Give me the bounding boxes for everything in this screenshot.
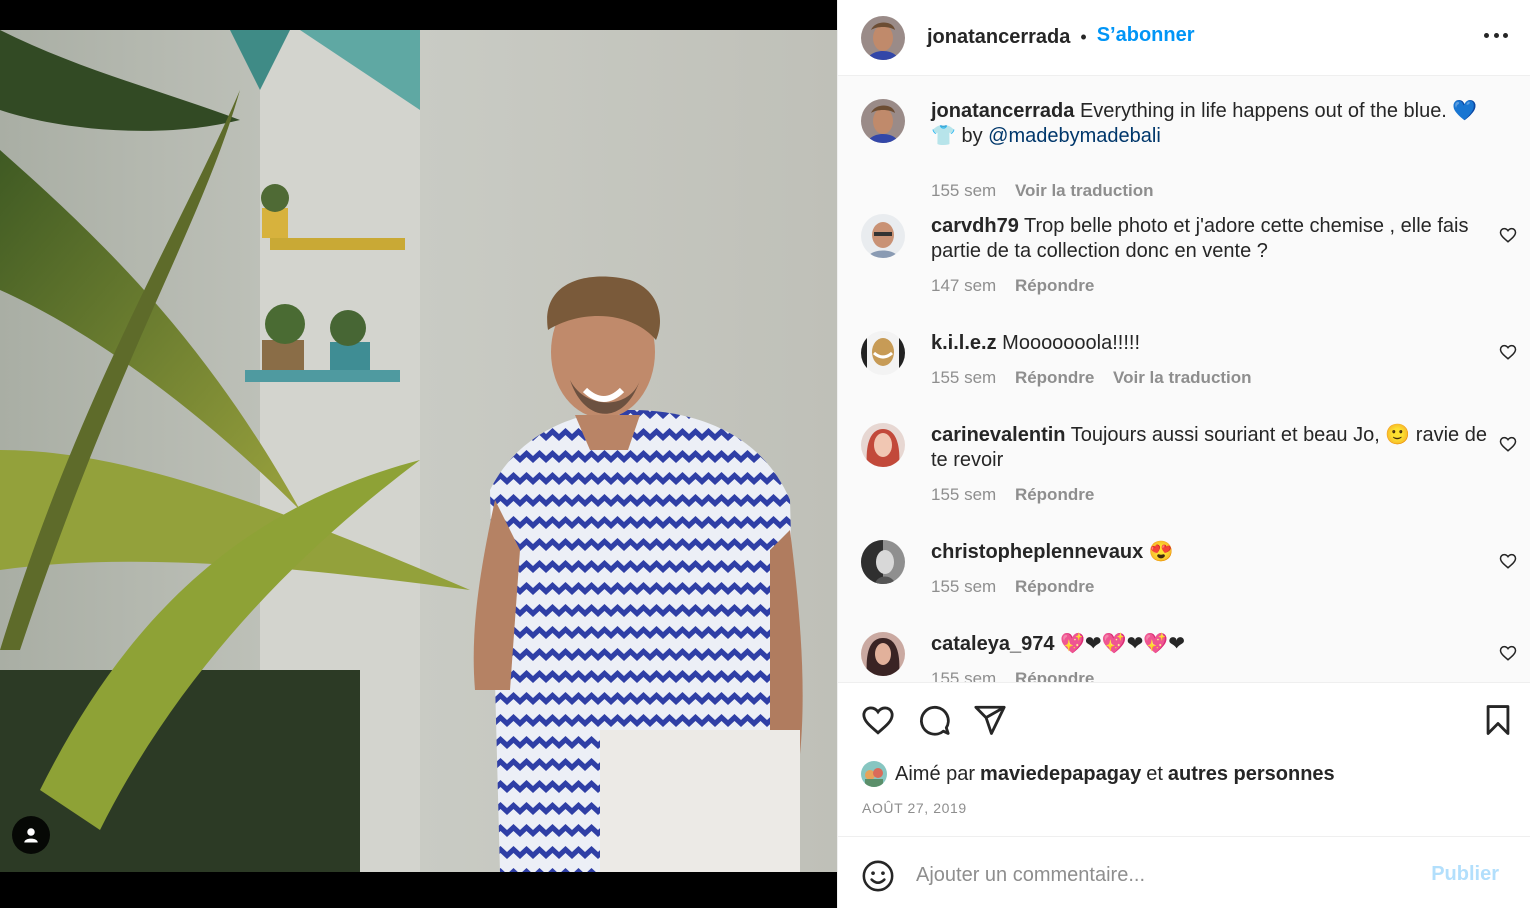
more-options-icon[interactable]	[1481, 22, 1511, 48]
header-separator: •	[1080, 27, 1087, 47]
caption-mention-link[interactable]: @madebymadebali	[988, 125, 1161, 147]
post-photo[interactable]	[0, 30, 837, 872]
caption-body-line2: 👕 by	[931, 125, 989, 147]
comment-meta: 155 sem Répondre	[931, 485, 1094, 505]
comment-like-heart-icon[interactable]	[1499, 226, 1517, 244]
comment-like-heart-icon[interactable]	[1499, 552, 1517, 570]
comment-username[interactable]: cataleya_974	[931, 633, 1054, 655]
comment-age: 155 sem	[931, 485, 997, 504]
comment-body: Mooooooola!!!!!	[1002, 332, 1141, 354]
bookmark-icon[interactable]	[1481, 703, 1515, 737]
comment-icon[interactable]	[917, 703, 951, 737]
heart-icon[interactable]	[861, 703, 895, 737]
reply-button[interactable]: Répondre	[1015, 276, 1094, 295]
liked-by-middle: et	[1146, 762, 1163, 785]
commenter-avatar[interactable]	[861, 214, 905, 258]
comment-text: k.i.l.e.z Mooooooola!!!!!	[931, 331, 1491, 356]
comment-text: carvdh79 Trop belle photo et j'adore cet…	[931, 214, 1491, 264]
publish-button[interactable]: Publier	[1431, 863, 1499, 886]
reply-button[interactable]: Répondre	[1015, 577, 1094, 596]
liked-by: Aimé par maviedepapagay et autres person…	[861, 761, 1340, 787]
comment-meta: 155 sem Répondre	[931, 669, 1094, 682]
commenter-avatar[interactable]	[861, 423, 905, 467]
share-icon[interactable]	[973, 703, 1007, 737]
post-dialog: jonatancerrada • S’abonner jonatancerrad…	[0, 0, 1530, 908]
caption-meta: 155 sem Voir la traduction	[931, 181, 1153, 201]
comment-text: carinevalentin Toujours aussi souriant e…	[931, 423, 1491, 473]
post-media	[0, 0, 837, 908]
reply-button[interactable]: Répondre	[1015, 368, 1094, 387]
post-side-panel: jonatancerrada • S’abonner jonatancerrad…	[837, 0, 1530, 908]
comment-username[interactable]: carinevalentin	[931, 424, 1066, 446]
comment-input[interactable]	[916, 857, 1396, 893]
comment-body: 💖❤💖❤💖❤	[1060, 633, 1185, 655]
comment-meta: 155 sem Répondre	[931, 577, 1094, 597]
comment-username[interactable]: k.i.l.e.z	[931, 332, 997, 354]
author-avatar[interactable]	[861, 15, 905, 60]
comment-like-heart-icon[interactable]	[1499, 644, 1517, 662]
comment-age: 155 sem	[931, 368, 997, 387]
commenter-avatar[interactable]	[861, 632, 905, 676]
comment-like-heart-icon[interactable]	[1499, 435, 1517, 453]
author-username[interactable]: jonatancerrada	[927, 26, 1070, 49]
caption-translate-link[interactable]: Voir la traduction	[1015, 181, 1154, 200]
reply-button[interactable]: Répondre	[1015, 669, 1094, 682]
comment-age: 155 sem	[931, 669, 997, 682]
reply-button[interactable]: Répondre	[1015, 485, 1094, 504]
comment-username[interactable]: carvdh79	[931, 215, 1019, 237]
comment-age: 147 sem	[931, 276, 997, 295]
comments-list[interactable]: jonatancerrada Everything in life happen…	[838, 77, 1530, 682]
liked-by-prefix: Aimé par	[895, 762, 976, 785]
commenter-avatar[interactable]	[861, 540, 905, 584]
comment-text: christopheplennevaux 😍	[931, 540, 1491, 565]
comment-meta: 155 sem Répondre Voir la traduction	[931, 368, 1252, 388]
caption-text: jonatancerrada Everything in life happen…	[931, 99, 1491, 149]
comment-like-heart-icon[interactable]	[1499, 343, 1517, 361]
comment-composer: Publier	[838, 836, 1530, 908]
comment-text: cataleya_974 💖❤💖❤💖❤	[931, 632, 1491, 657]
caption-body: Everything in life happens out of the bl…	[1079, 100, 1478, 122]
liker-username[interactable]: maviedepapagay	[980, 763, 1141, 786]
likes-others-link[interactable]: autres personnes	[1168, 763, 1335, 786]
caption-avatar[interactable]	[861, 99, 905, 143]
caption-age: 155 sem	[931, 181, 997, 200]
comment-meta: 147 sem Répondre	[931, 276, 1094, 296]
user-tag-icon	[24, 828, 38, 843]
caption-username[interactable]: jonatancerrada	[931, 100, 1074, 122]
post-actions: Aimé par maviedepapagay et autres person…	[838, 682, 1530, 836]
tagged-users-button[interactable]	[12, 816, 50, 854]
comment-username[interactable]: christopheplennevaux	[931, 541, 1143, 563]
post-header: jonatancerrada • S’abonner	[838, 0, 1530, 76]
liker-avatar[interactable]	[861, 761, 887, 787]
follow-button[interactable]: S’abonner	[1097, 24, 1195, 47]
translate-link[interactable]: Voir la traduction	[1113, 368, 1252, 387]
emoji-icon[interactable]	[861, 859, 895, 893]
photo-illustration	[0, 30, 837, 872]
commenter-avatar[interactable]	[861, 331, 905, 375]
comment-body: 😍	[1148, 541, 1174, 563]
comment-age: 155 sem	[931, 577, 997, 596]
post-date[interactable]: AOÛT 27, 2019	[862, 800, 967, 816]
